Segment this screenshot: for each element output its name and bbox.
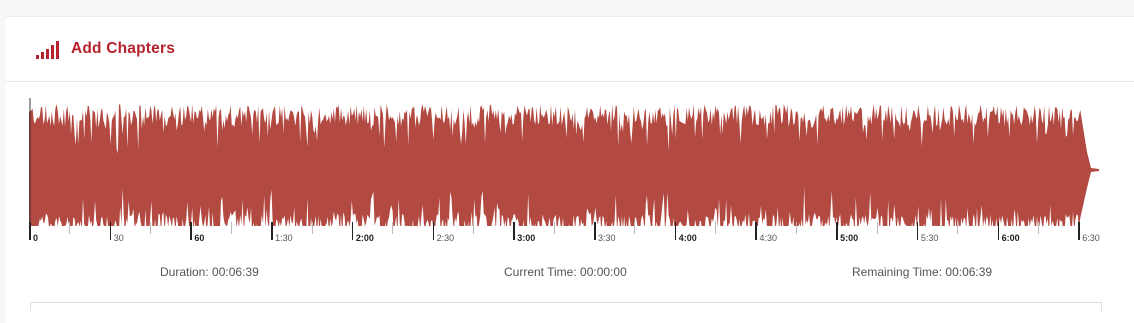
timeline-tick (271, 222, 273, 240)
timeline-label: 4:30 (759, 233, 777, 243)
timeline-minor-tick (957, 222, 959, 234)
timeline-minor-tick (553, 222, 555, 234)
timeline-tick (755, 222, 757, 240)
timeline-minor-tick (69, 222, 71, 234)
timeline-tick (674, 222, 677, 240)
timeline-label: 5:00 (840, 233, 859, 243)
timeline-label: 6:30 (1082, 233, 1100, 243)
timeline-label: 6:00 (1001, 233, 1020, 243)
timeline-label: 3:30 (598, 233, 616, 243)
timeline-label: 0 (33, 233, 39, 243)
current-time-value: 00:00:00 (580, 265, 627, 279)
timeline-tick (997, 222, 1000, 240)
timeline-label: 2:00 (355, 233, 374, 243)
timeline-minor-tick (634, 222, 636, 234)
timeline-label: 1:30 (275, 233, 293, 243)
signal-bars-icon (36, 41, 59, 59)
timeline-tick (916, 222, 919, 240)
timeline-minor-tick (392, 222, 394, 234)
timeline-minor-tick (876, 222, 878, 234)
timeline-tick (29, 222, 31, 240)
timeline-tick (513, 222, 515, 240)
timeline-tick (432, 222, 435, 240)
remaining-time-info: Remaining Time: 00:06:39 (852, 265, 992, 279)
duration-value: 00:06:39 (212, 265, 259, 279)
remaining-time-label: Remaining Time: (852, 265, 943, 279)
timeline-label: 5:30 (920, 233, 939, 243)
timeline-minor-tick (472, 222, 474, 234)
timeline-label: 30 (113, 233, 124, 243)
waveform-graphic[interactable] (29, 94, 1105, 226)
chapters-panel (30, 302, 1102, 311)
timeline-tick (109, 222, 112, 240)
timeline-label: 4:00 (678, 233, 697, 243)
timeline-minor-tick (150, 222, 152, 234)
duration-label: Duration: (160, 265, 209, 279)
timeline-minor-tick (230, 222, 232, 234)
timeline-minor-tick (311, 222, 313, 234)
page-title: Add Chapters (71, 40, 176, 57)
timeline-minor-tick (1037, 222, 1039, 234)
timeline-tick (190, 222, 192, 240)
timeline-tick (836, 222, 838, 240)
duration-info: Duration: 00:06:39 (160, 265, 259, 279)
timeline-label: 2:30 (436, 233, 455, 243)
timeline-tick (594, 222, 596, 240)
timeline-tick (351, 222, 354, 240)
remaining-time-value: 00:06:39 (945, 265, 993, 279)
waveform-path (29, 104, 1099, 226)
timeline-label: 3:00 (517, 233, 536, 243)
current-time-info: Current Time: 00:00:00 (504, 265, 627, 279)
timeline-minor-tick (715, 222, 717, 234)
timeline-minor-tick (795, 222, 797, 234)
current-time-label: Current Time: (504, 265, 577, 279)
timeline-label: 60 (194, 233, 205, 243)
card-header: Add Chapters (6, 17, 1134, 82)
timeline-tick (1078, 222, 1080, 240)
timeline-ruler[interactable]: 0 30 60 1:30 2:00 2:30 3:00 3:30 4:00 4:30 5:00 5:3… (29, 222, 1105, 246)
